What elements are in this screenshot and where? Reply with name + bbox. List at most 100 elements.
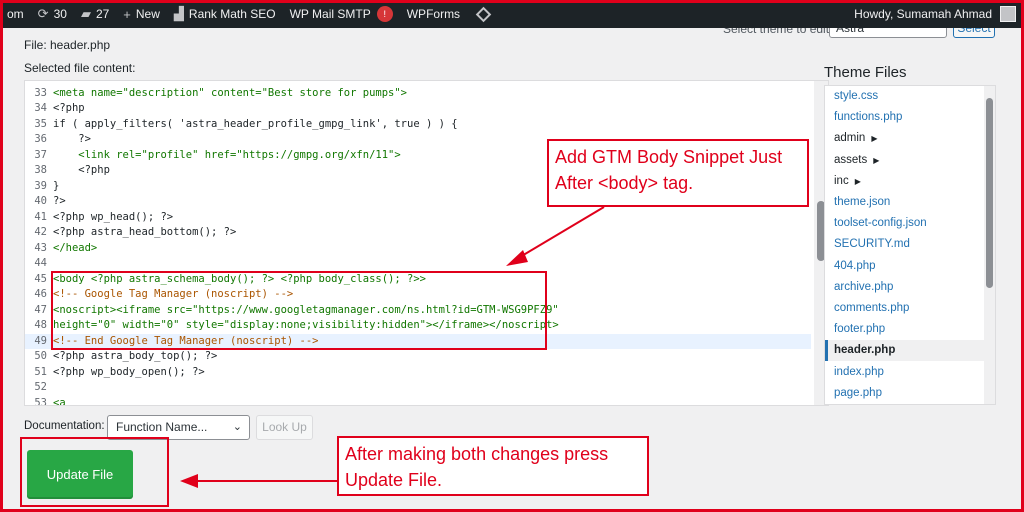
code-line[interactable]: 48 height="0" width="0" style="display:no…	[25, 318, 811, 334]
code-line[interactable]: 53 <a	[25, 396, 811, 406]
line-number: 48	[34, 319, 47, 331]
wpforms-label: WPForms	[406, 7, 461, 21]
line-code[interactable]: <?php	[53, 101, 85, 117]
theme-file-item[interactable]: footer.php	[825, 319, 985, 340]
wpforms-link[interactable]: WPForms	[400, 0, 467, 28]
line-number: 41	[34, 210, 47, 223]
code-line[interactable]: 47 <noscript><iframe src="https://www.goo…	[25, 303, 811, 319]
line-code[interactable]: <meta name="description" content="Best s…	[53, 86, 407, 102]
code-line[interactable]: 50 <?php astra_body_top(); ?>	[25, 349, 811, 365]
line-code[interactable]: <?php astra_head_bottom(); ?>	[53, 225, 236, 241]
rank-math-label: Rank Math SEO	[188, 7, 276, 21]
line-code[interactable]: <?php wp_body_open(); ?>	[53, 365, 205, 381]
rank-math-icon: ▟	[173, 6, 184, 21]
site-name-link[interactable]: om	[0, 0, 31, 28]
update-file-button[interactable]: Update File	[27, 450, 133, 499]
comments-link[interactable]: ▰ 27	[74, 0, 116, 28]
theme-file-item[interactable]: page.php	[825, 383, 985, 404]
line-code[interactable]: ?>	[53, 132, 91, 148]
code-line[interactable]: 49 <!-- End Google Tag Manager (noscript)…	[25, 333, 811, 350]
theme-file-label: admin	[834, 132, 866, 145]
line-number: 50	[34, 350, 47, 362]
line-number: 47	[34, 303, 47, 316]
line-code[interactable]: <link rel="profile" href="https://gmpg.o…	[53, 148, 400, 164]
avatar[interactable]	[1000, 6, 1016, 22]
code-line[interactable]: 51 <?php wp_body_open(); ?>	[25, 365, 811, 381]
updates-link[interactable]: ⟳ 30	[31, 0, 74, 28]
theme-file-label: comments.php	[834, 302, 910, 314]
code-line[interactable]: 44	[25, 256, 811, 272]
theme-files-heading: Theme Files	[824, 64, 907, 81]
line-code[interactable]: <!-- Google Tag Manager (noscript) -->	[53, 287, 293, 303]
theme-file-label: index.php	[834, 365, 884, 378]
theme-file-label: footer.php	[834, 323, 886, 336]
line-code[interactable]: }	[53, 179, 59, 195]
documentation-select[interactable]: Function Name... ⌄	[107, 415, 250, 440]
line-number: 37	[34, 148, 47, 161]
theme-file-item[interactable]: SECURITY.md	[825, 234, 985, 255]
diamond-menu-link[interactable]	[467, 0, 500, 28]
code-editor[interactable]: 53 <a 52 51 <?php wp_body_open(); ?> 50 <?php …	[24, 80, 829, 406]
code-line[interactable]: 42 <?php astra_head_bottom(); ?>	[25, 225, 811, 241]
line-number: 51	[34, 365, 47, 378]
line-code[interactable]: </head>	[53, 241, 97, 257]
line-code[interactable]: if ( apply_filters( 'astra_header_profil…	[53, 117, 458, 133]
caret-right-icon: ▶	[854, 176, 861, 186]
theme-folder-item[interactable]: admin ▶	[825, 128, 985, 149]
theme-file-item[interactable]: toolset-config.json	[825, 213, 985, 234]
look-up-button[interactable]: Look Up	[256, 415, 313, 440]
theme-file-item[interactable]: style.css	[825, 86, 985, 107]
theme-file-item[interactable]: archive.php	[825, 277, 985, 298]
code-line[interactable]: 45 <body <?php astra_schema_body(); ?> <?…	[25, 272, 811, 288]
code-line[interactable]: 43 </head>	[25, 241, 811, 257]
code-line[interactable]: 35 if ( apply_filters( 'astra_header_prof…	[25, 117, 811, 133]
code-line[interactable]: 34 <?php	[25, 101, 811, 117]
line-code[interactable]: <noscript><iframe src="https://www.googl…	[53, 303, 559, 319]
line-number: 36	[34, 133, 47, 145]
theme-file-item[interactable]: 404.php	[825, 256, 985, 277]
theme-file-item[interactable]: functions.php	[825, 107, 985, 128]
theme-files-scrollbar[interactable]	[984, 86, 995, 404]
file-label: File: header.php	[24, 38, 111, 52]
code-line[interactable]: 46 <!-- Google Tag Manager (noscript) -->	[25, 287, 811, 303]
update-callout-line2: Update File.	[345, 470, 443, 490]
line-code[interactable]: height="0" width="0" style="display:none…	[53, 318, 559, 334]
code-line[interactable]: 41 <?php wp_head(); ?>	[25, 210, 811, 226]
rank-math-link[interactable]: ▟ Rank Math SEO	[167, 0, 283, 28]
line-code[interactable]: <!-- End Google Tag Manager (noscript) -…	[53, 334, 319, 350]
theme-file-item[interactable]: index.php	[825, 362, 985, 383]
chevron-down-icon: ⌄	[232, 421, 242, 433]
documentation-label: Documentation:	[24, 420, 105, 432]
line-number: 39	[34, 179, 47, 192]
new-content-link[interactable]: + New	[116, 0, 167, 28]
theme-folder-item[interactable]: assets ▶	[825, 150, 985, 171]
theme-files-list: page.php index.php header.php footer.php com…	[824, 85, 996, 405]
howdy-user-link[interactable]: Howdy, Sumamah Ahmad	[854, 7, 992, 21]
theme-file-item[interactable]: theme.json	[825, 192, 985, 213]
line-number: 38	[34, 164, 47, 176]
code-line[interactable]: 33 <meta name="description" content="Best…	[25, 86, 811, 102]
theme-folder-item[interactable]: inc ▶	[825, 171, 985, 192]
line-number: 35	[34, 117, 47, 130]
line-number: 34	[34, 102, 47, 114]
wp-mail-smtp-link[interactable]: WP Mail SMTP !	[283, 0, 400, 28]
updates-count: 30	[53, 7, 67, 21]
line-code[interactable]: ?>	[53, 194, 66, 210]
theme-file-item[interactable]: comments.php	[825, 298, 985, 319]
selected-content-label: Selected file content:	[24, 61, 136, 75]
line-code[interactable]: <?php astra_body_top(); ?>	[53, 349, 217, 365]
line-code[interactable]: <?php wp_head(); ?>	[53, 210, 173, 226]
new-label: New	[135, 7, 160, 21]
comments-count: 27	[95, 7, 110, 21]
line-code[interactable]: <a	[53, 396, 66, 406]
theme-file-label: assets	[834, 153, 868, 166]
code-line[interactable]: 52	[25, 380, 811, 396]
caret-right-icon: ▶	[871, 134, 878, 144]
theme-file-label: 404.php	[834, 259, 876, 272]
line-code[interactable]: <?php	[53, 163, 110, 179]
plus-icon: +	[123, 6, 131, 22]
smtp-alert-badge: !	[376, 6, 393, 22]
line-code[interactable]: <body <?php astra_schema_body(); ?> <?ph…	[53, 272, 426, 288]
theme-files-scroll-thumb[interactable]	[986, 98, 993, 288]
theme-file-item[interactable]: header.php	[825, 340, 985, 362]
